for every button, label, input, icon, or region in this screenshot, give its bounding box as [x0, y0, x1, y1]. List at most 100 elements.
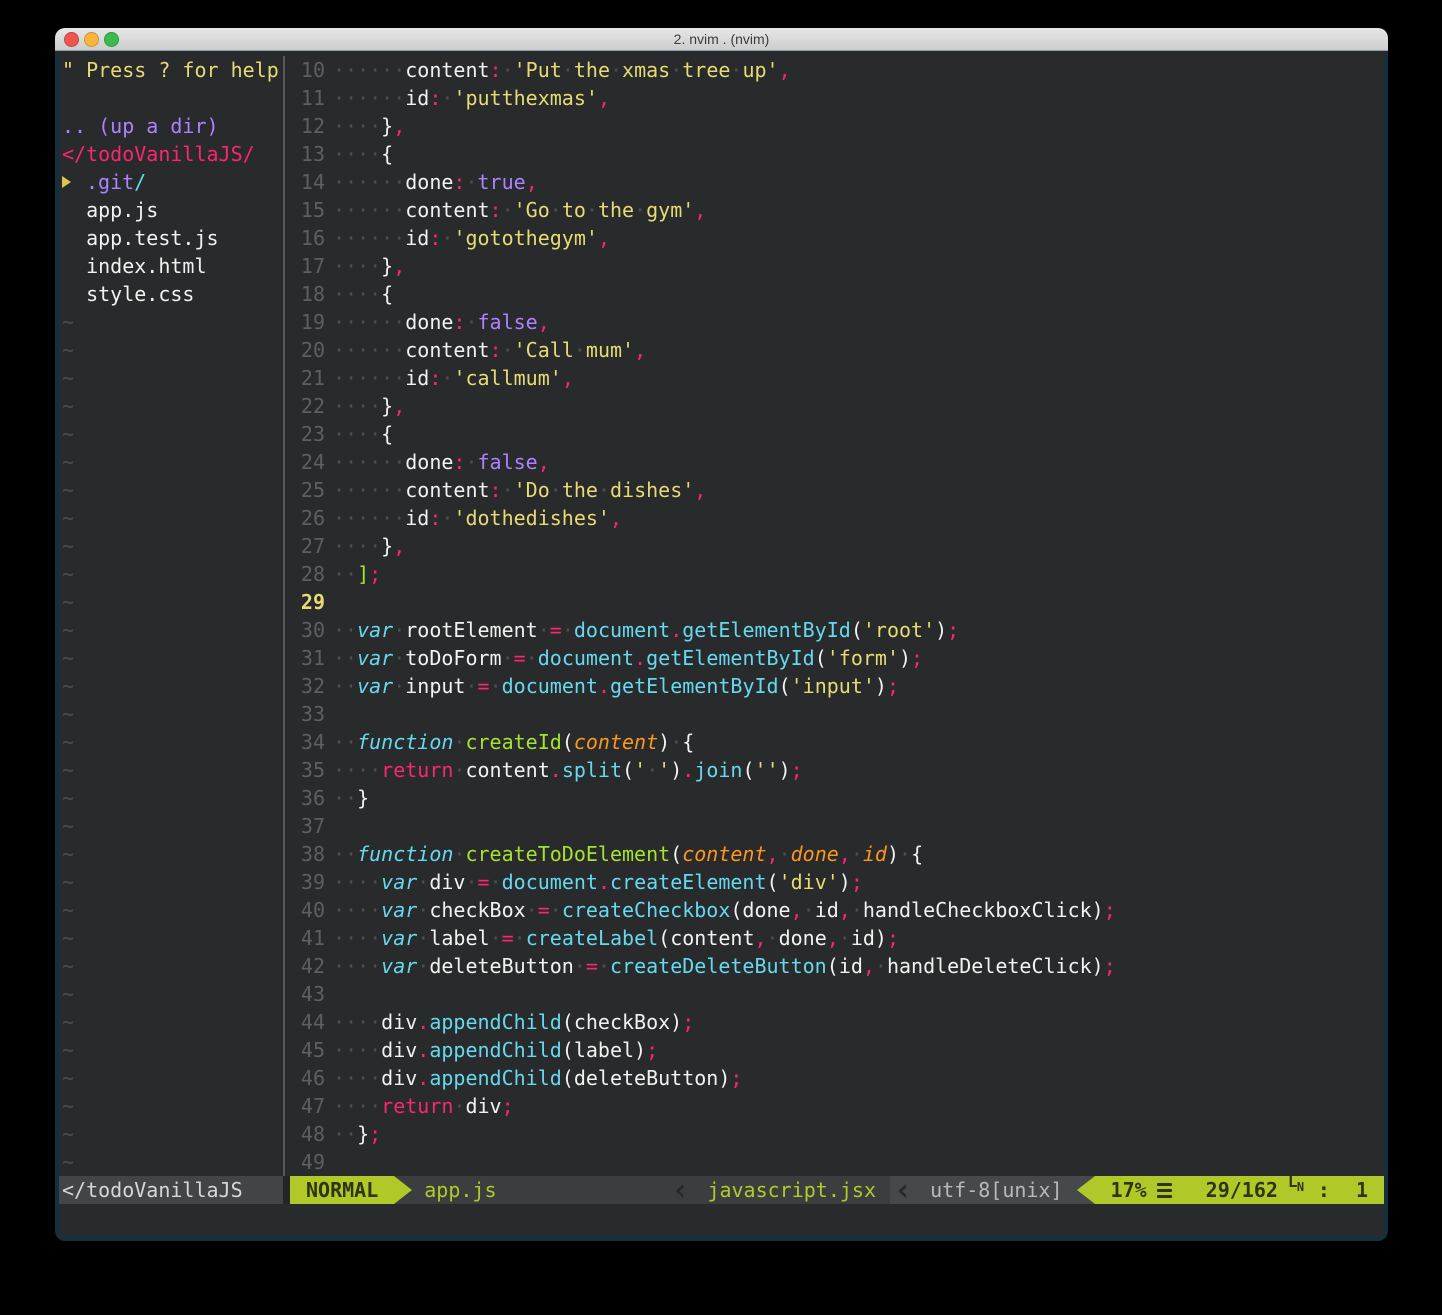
code-line[interactable]: 18····{ — [285, 280, 1384, 308]
code-line[interactable]: 25······content:·'Do·the·dishes', — [285, 476, 1384, 504]
tree-item-app-test-js[interactable]: app.test.js — [62, 224, 283, 252]
code-text: ····var·checkBox·=·createCheckbox(done,·… — [333, 896, 1116, 924]
code-line[interactable]: 11······id:·'putthexmas', — [285, 84, 1384, 112]
tilde-marker: ~ — [62, 1150, 74, 1174]
tilde-marker: ~ — [62, 814, 74, 838]
titlebar[interactable]: 2. nvim . (nvim) — [55, 28, 1388, 51]
command-line[interactable] — [59, 1204, 1384, 1232]
code-line[interactable]: 34··function·createId(content)·{ — [285, 728, 1384, 756]
statusline-encoding: utf-8[unix] — [916, 1176, 1076, 1204]
whitespace-dots: ···· — [333, 534, 381, 558]
whitespace-dots: · — [670, 58, 682, 82]
line-number: 24 — [285, 448, 325, 476]
code-line[interactable]: 23····{ — [285, 420, 1384, 448]
tree-item-index-html[interactable]: index.html — [62, 252, 283, 280]
window-title: 2. nvim . (nvim) — [55, 31, 1388, 47]
code-line[interactable]: 14······done:·true, — [285, 168, 1384, 196]
code-line[interactable]: 15······content:·'Go·to·the·gym', — [285, 196, 1384, 224]
code-line[interactable]: 44····div.appendChild(checkBox); — [285, 1008, 1384, 1036]
code-line[interactable]: 20······content:·'Call·mum', — [285, 336, 1384, 364]
code-line[interactable]: 38··function·createToDoElement(content,·… — [285, 840, 1384, 868]
whitespace-dots: ···· — [333, 1066, 381, 1090]
code-line[interactable]: 21······id:·'callmum', — [285, 364, 1384, 392]
tilde-line: ~ — [62, 616, 283, 644]
tilde-line: ~ — [62, 1092, 283, 1120]
whitespace-dots: · — [803, 898, 815, 922]
tree-item-app-js[interactable]: app.js — [62, 196, 283, 224]
tilde-marker: ~ — [62, 898, 74, 922]
code-buffer[interactable]: 10······content:·'Put·the·xmas·tree·up',… — [285, 56, 1384, 1176]
code-line[interactable]: 30··var·rootElement·=·document.getElemen… — [285, 616, 1384, 644]
code-text: ····}, — [333, 532, 405, 560]
tilde-line: ~ — [62, 1120, 283, 1148]
code-line[interactable]: 32··var·input·=·document.getElementById(… — [285, 672, 1384, 700]
tilde-marker: ~ — [62, 338, 74, 362]
code-line[interactable]: 28··]; — [285, 560, 1384, 588]
code-line[interactable]: 12····}, — [285, 112, 1384, 140]
code-line[interactable]: 48··}; — [285, 1120, 1384, 1148]
code-text: ····return·content.split('·').join(''); — [333, 756, 803, 784]
whitespace-dots: · — [502, 58, 514, 82]
tilde-line: ~ — [62, 504, 283, 532]
code-line[interactable]: 42····var·deleteButton·=·createDeleteBut… — [285, 952, 1384, 980]
whitespace-dots: ···· — [333, 898, 381, 922]
whitespace-dots: · — [767, 926, 779, 950]
tree-blank-line — [62, 84, 283, 112]
code-line[interactable]: 46····div.appendChild(deleteButton); — [285, 1064, 1384, 1092]
code-line[interactable]: 37 — [285, 812, 1384, 840]
whitespace-dots: · — [851, 842, 863, 866]
tilde-marker: ~ — [62, 1122, 74, 1146]
code-text: ··function·createId(content)·{ — [333, 728, 694, 756]
whitespace-dots: · — [417, 870, 429, 894]
code-text: ····var·label·=·createLabel(content,·don… — [333, 924, 899, 952]
tree-item--git[interactable]: .git/ — [62, 168, 283, 196]
code-line[interactable]: 22····}, — [285, 392, 1384, 420]
line-number: 29 — [285, 588, 325, 616]
code-line[interactable]: 47····return·div; — [285, 1092, 1384, 1120]
code-line[interactable]: 27····}, — [285, 532, 1384, 560]
chevron-left-icon: ‹ — [667, 1176, 693, 1204]
code-text: ····div.appendChild(deleteButton); — [333, 1064, 742, 1092]
code-line[interactable]: 13····{ — [285, 140, 1384, 168]
powerline-arrow-right-icon — [394, 1176, 412, 1204]
whitespace-dots: · — [441, 226, 453, 250]
whitespace-dots: ···· — [333, 114, 381, 138]
code-line[interactable]: 36··} — [285, 784, 1384, 812]
code-line[interactable]: 24······done:·false, — [285, 448, 1384, 476]
code-line[interactable]: 39····var·div·=·document.createElement('… — [285, 868, 1384, 896]
code-line[interactable]: 16······id:·'gotothegym', — [285, 224, 1384, 252]
mode-indicator: NORMAL — [290, 1176, 394, 1204]
code-line[interactable]: 17····}, — [285, 252, 1384, 280]
whitespace-dots: · — [586, 198, 598, 222]
tree-item-up-dir[interactable]: .. (up a dir) — [62, 112, 283, 140]
code-line[interactable]: 33 — [285, 700, 1384, 728]
code-line[interactable]: 45····div.appendChild(label); — [285, 1036, 1384, 1064]
tilde-marker: ~ — [62, 590, 74, 614]
statusline-filetype: javascript.jsx — [693, 1176, 890, 1204]
code-line[interactable]: 26······id:·'dothedishes', — [285, 504, 1384, 532]
code-line[interactable]: 31··var·toDoForm·=·document.getElementBy… — [285, 644, 1384, 672]
whitespace-dots: · — [598, 954, 610, 978]
line-number: 15 — [285, 196, 325, 224]
whitespace-dots: ······ — [333, 338, 405, 362]
whitespace-dots: ·· — [333, 674, 357, 698]
code-line[interactable]: 40····var·checkBox·=·createCheckbox(done… — [285, 896, 1384, 924]
code-text: ··}; — [333, 1120, 381, 1148]
line-number: 39 — [285, 868, 325, 896]
line-number: 20 — [285, 336, 325, 364]
code-line[interactable]: 43 — [285, 980, 1384, 1008]
tilde-line: ~ — [62, 868, 283, 896]
code-line[interactable]: 41····var·label·=·createLabel(content,·d… — [285, 924, 1384, 952]
code-line[interactable]: 19······done:·false, — [285, 308, 1384, 336]
whitespace-dots: · — [779, 842, 791, 866]
whitespace-dots: · — [393, 646, 405, 670]
whitespace-dots: · — [550, 898, 562, 922]
tilde-marker: ~ — [62, 702, 74, 726]
code-line[interactable]: 35····return·content.split('·').join('')… — [285, 756, 1384, 784]
tree-item-style-css[interactable]: style.css — [62, 280, 283, 308]
whitespace-dots: · — [502, 338, 514, 362]
code-line[interactable]: 29 — [285, 588, 1384, 616]
line-number: 25 — [285, 476, 325, 504]
code-line[interactable]: 49 — [285, 1148, 1384, 1176]
code-line[interactable]: 10······content:·'Put·the·xmas·tree·up', — [285, 56, 1384, 84]
